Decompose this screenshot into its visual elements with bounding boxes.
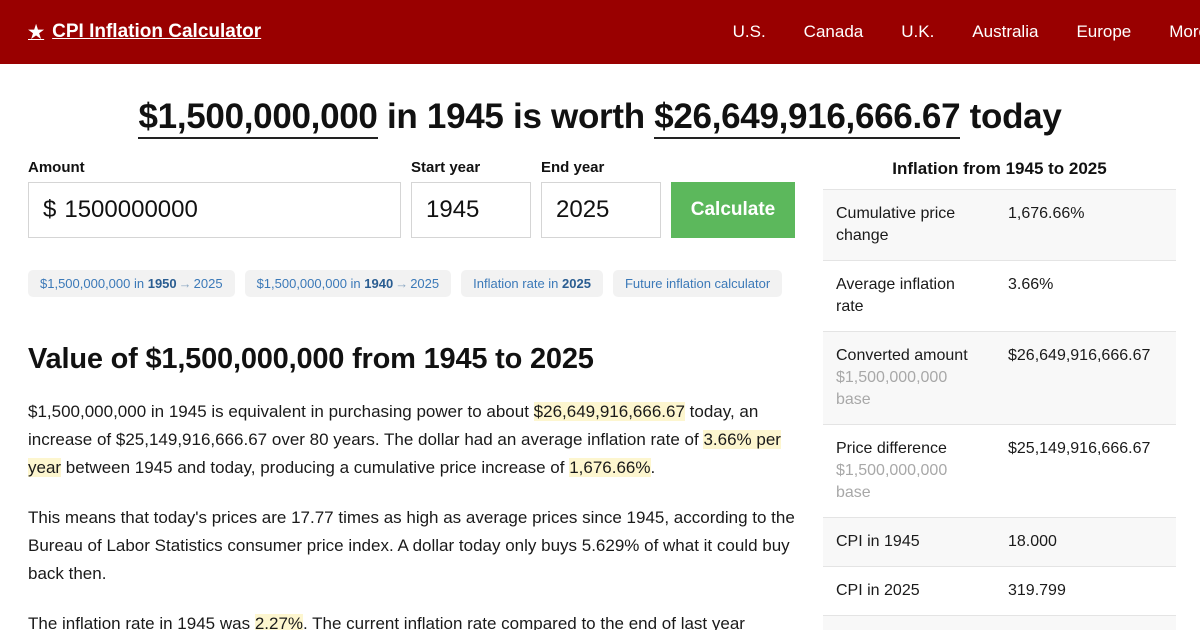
nav-item-australia[interactable]: Australia: [972, 22, 1038, 42]
amount-label: Amount: [28, 159, 85, 176]
nav-item-europe[interactable]: Europe: [1076, 22, 1131, 42]
row-key: CPI in 2025: [836, 582, 920, 599]
brand-logo[interactable]: ★ CPI Inflation Calculator: [28, 21, 261, 43]
chip-year: 2025: [562, 276, 591, 291]
arrow-icon: →: [395, 276, 409, 291]
nav-item-canada[interactable]: Canada: [804, 22, 864, 42]
chip-suffix: 2025: [193, 276, 223, 291]
chip-year: 1940: [364, 276, 394, 291]
nav-item-more[interactable]: More: [1169, 22, 1200, 42]
amount-field-group: Amount $ 1500000000: [28, 159, 401, 238]
table-row: Inflation in 1945 2.27%: [823, 615, 1176, 630]
brand-title: CPI Inflation Calculator: [52, 21, 262, 42]
start-year-label: Start year: [411, 159, 481, 176]
arrow-icon: →: [178, 276, 192, 291]
headline-tail-text: today: [960, 97, 1062, 136]
row-label: CPI in 2025: [823, 567, 995, 616]
row-label: CPI in 1945: [823, 518, 995, 567]
row-value: 319.799: [1008, 582, 1066, 599]
headline-input-amount: $1,500,000,000: [138, 97, 378, 139]
chip-link-1940[interactable]: $1,500,000,000 in 1940 → 2025: [244, 270, 452, 297]
page-layout: Amount $ 1500000000 Start year 1945 End …: [0, 159, 1200, 630]
start-year-input[interactable]: 1945: [411, 182, 531, 238]
chip-link-future-calculator[interactable]: Future inflation calculator: [612, 270, 783, 297]
nav-item-us[interactable]: U.S.: [733, 22, 766, 42]
table-row: Cumulative price change 1,676.66%: [823, 189, 1176, 261]
chip-link-1950[interactable]: $1,500,000,000 in 1950 → 2025: [28, 270, 235, 297]
chip-prefix: $1,500,000,000 in: [40, 276, 148, 291]
paragraph-text: . The current inflation rate compared to…: [303, 614, 745, 630]
paragraph-text: between 1945 and today, producing a cumu…: [61, 458, 570, 477]
headline-mid-text: in 1945 is worth: [377, 97, 655, 136]
row-subtext: $1,500,000,000 base: [836, 462, 948, 501]
highlight-cumulative-change: 1,676.66%: [569, 458, 651, 477]
table-row: Average inflation rate 3.66%: [823, 260, 1176, 332]
inflation-summary-panel: Inflation from 1945 to 2025 Cumulative p…: [823, 159, 1176, 630]
start-year-value: 1945: [426, 196, 480, 223]
chip-year: 1950: [147, 276, 177, 291]
end-year-field-group: End year 2025: [541, 159, 661, 238]
amount-input[interactable]: $ 1500000000: [28, 182, 401, 238]
summary-table-title: Inflation from 1945 to 2025: [892, 159, 1107, 178]
headline-converted-amount: $26,649,916,666.67: [654, 97, 961, 139]
row-value: 18.000: [1008, 533, 1057, 550]
row-value: $26,649,916,666.67: [1008, 347, 1151, 364]
paragraph-text: $1,500,000,000 in 1945 is equivalent in …: [28, 402, 534, 421]
row-key: Average inflation rate: [836, 276, 955, 315]
row-key: Cumulative price change: [836, 205, 956, 244]
article-paragraph-2: This means that today's prices are 17.77…: [28, 508, 795, 583]
chip-link-inflation-rate[interactable]: Inflation rate in 2025: [461, 270, 603, 297]
article-paragraph-1: $1,500,000,000 in 1945 is equivalent in …: [28, 398, 800, 482]
end-year-value: 2025: [556, 196, 610, 223]
chip-suffix: 2025: [410, 276, 440, 291]
row-label: Converted amount $1,500,000,000 base: [823, 332, 995, 425]
row-value: 1,676.66%: [1008, 205, 1085, 222]
end-year-label: End year: [541, 159, 605, 176]
calculate-button[interactable]: Calculate: [671, 182, 795, 238]
currency-symbol: $: [43, 196, 57, 223]
row-key: Price difference: [836, 440, 947, 457]
highlight-converted-amount: $26,649,916,666.67: [533, 402, 685, 421]
row-value: 3.66%: [1008, 276, 1054, 293]
site-header: ★ CPI Inflation Calculator U.S. Canada U…: [0, 0, 1200, 64]
row-key: Converted amount: [836, 347, 968, 364]
related-links: $1,500,000,000 in 1950 → 2025 $1,500,000,0…: [28, 270, 800, 297]
inflation-summary-table: Cumulative price change 1,676.66% Averag…: [823, 189, 1176, 630]
paragraph-text: .: [650, 458, 656, 477]
page-headline: $1,500,000,000 in 1945 is worth $26,649,…: [0, 64, 1200, 139]
highlight-inflation-1945: 2.27%: [254, 614, 304, 630]
row-label: Inflation in 1945: [823, 616, 995, 630]
paragraph-text: The inflation rate in 1945 was: [28, 614, 255, 630]
inflation-calculator-form: Amount $ 1500000000 Start year 1945 End …: [28, 159, 800, 238]
table-row: Converted amount $1,500,000,000 base $26,…: [823, 331, 1176, 425]
row-label: Cumulative price change: [823, 190, 995, 261]
main-content: Amount $ 1500000000 Start year 1945 End …: [28, 159, 800, 630]
table-row: CPI in 2025 319.799: [823, 566, 1176, 616]
article-paragraph-3: The inflation rate in 1945 was 2.27%. Th…: [28, 610, 800, 630]
chip-prefix: Future inflation calculator: [624, 276, 771, 291]
article-title: Value of $1,500,000,000 from 1945 to 202…: [28, 343, 594, 375]
start-year-field-group: Start year 1945: [411, 159, 531, 238]
star-icon: ★: [28, 22, 45, 42]
chip-prefix: Inflation rate in: [473, 276, 563, 291]
chip-prefix: $1,500,000,000 in: [256, 276, 365, 291]
amount-value: 1500000000: [64, 196, 198, 223]
row-label: Average inflation rate: [823, 261, 995, 332]
end-year-input[interactable]: 2025: [541, 182, 661, 238]
table-row: CPI in 1945 18.000: [823, 517, 1176, 567]
row-label: Price difference $1,500,000,000 base: [823, 425, 995, 518]
row-subtext: $1,500,000,000 base: [836, 369, 948, 408]
nav-item-uk[interactable]: U.K.: [901, 22, 934, 42]
main-navigation: U.S. Canada U.K. Australia Europe More: [733, 22, 1200, 42]
row-value: $25,149,916,666.67: [1008, 440, 1151, 457]
table-row: Price difference $1,500,000,000 base $25,…: [823, 424, 1176, 518]
row-value: 2.27%: [995, 616, 1176, 630]
row-key: CPI in 1945: [836, 533, 920, 550]
